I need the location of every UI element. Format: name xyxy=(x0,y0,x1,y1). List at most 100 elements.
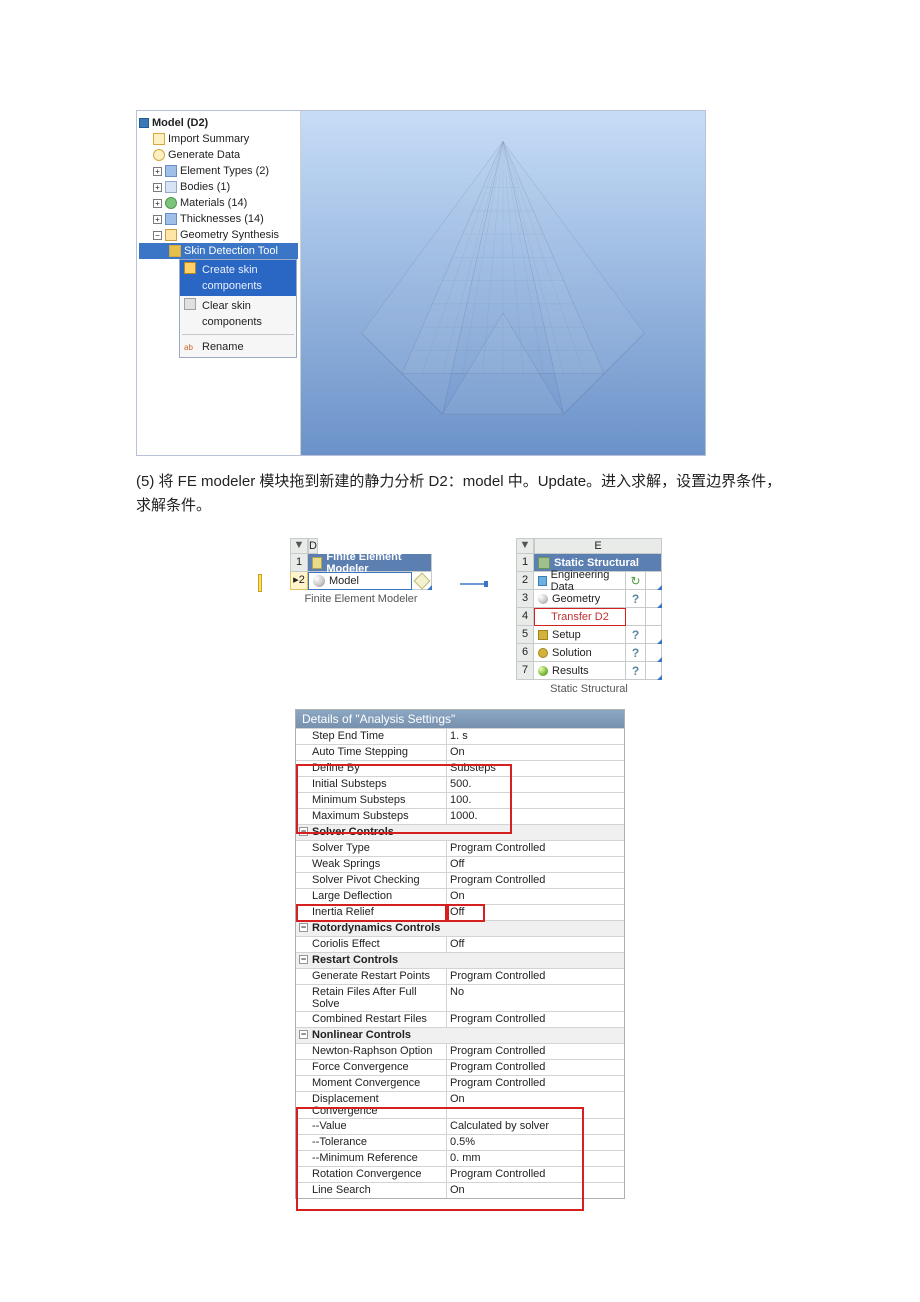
elem-icon xyxy=(165,165,177,177)
expand-icon[interactable]: + xyxy=(153,199,162,208)
question-icon: ? xyxy=(632,628,639,642)
cell-geometry[interactable]: Geometry xyxy=(534,590,626,608)
system-E[interactable]: ▼E 1Static Structural 2Engineering Data↻… xyxy=(516,538,662,695)
col-header-E: E xyxy=(534,538,662,554)
question-icon: ? xyxy=(632,592,639,606)
row-force-conv[interactable]: Force ConvergenceProgram Controlled xyxy=(296,1059,624,1075)
row-maximum-substeps[interactable]: Maximum Substeps1000. xyxy=(296,808,624,824)
engdata-icon xyxy=(538,576,547,586)
cat-nonlinear[interactable]: −Nonlinear Controls xyxy=(296,1027,624,1043)
tree-item-materials[interactable]: +Materials (14) xyxy=(139,195,298,211)
tree-item-element-types[interactable]: +Element Types (2) xyxy=(139,163,298,179)
cat-restart[interactable]: −Restart Controls xyxy=(296,952,624,968)
collapse-icon[interactable]: − xyxy=(299,955,308,964)
structural-icon xyxy=(538,557,550,569)
row-weak-springs[interactable]: Weak SpringsOff xyxy=(296,856,624,872)
col-dropdown-D[interactable]: ▼ xyxy=(290,538,308,554)
create-skin-icon xyxy=(184,262,196,274)
row-gen-restart[interactable]: Generate Restart PointsProgram Controlle… xyxy=(296,968,624,984)
model-icon xyxy=(139,118,149,128)
clear-skin-icon xyxy=(184,298,196,310)
details-pane[interactable]: Details of "Analysis Settings" Step End … xyxy=(295,709,625,1199)
tree-item-generate-data[interactable]: Generate Data xyxy=(139,147,298,163)
row-disp-conv[interactable]: Displacement ConvergenceOn xyxy=(296,1091,624,1118)
cell-results[interactable]: Results xyxy=(534,662,626,680)
col-dropdown-E[interactable]: ▼ xyxy=(516,538,534,554)
row-solver-pivot[interactable]: Solver Pivot CheckingProgram Controlled xyxy=(296,872,624,888)
ctx-rename[interactable]: Rename xyxy=(180,337,296,357)
tree-item-skin-detection[interactable]: Skin Detection Tool xyxy=(139,243,298,259)
row-combined-restart[interactable]: Combined Restart FilesProgram Controlled xyxy=(296,1011,624,1027)
details-title: Details of "Analysis Settings" xyxy=(296,710,624,728)
tree-root[interactable]: Model (D2) xyxy=(139,115,298,131)
cell-fem-title[interactable]: Finite Element Modeler xyxy=(308,554,432,572)
solution-icon xyxy=(538,648,548,658)
geom-icon xyxy=(165,229,177,241)
row-auto-time-stepping[interactable]: Auto Time SteppingOn xyxy=(296,744,624,760)
mat-icon xyxy=(165,197,177,209)
collapse-icon[interactable]: − xyxy=(299,923,308,932)
context-menu: Create skin components Clear skin compon… xyxy=(179,259,297,358)
tree-item-import-summary[interactable]: Import Summary xyxy=(139,131,298,147)
rename-icon xyxy=(184,339,196,351)
row-retain-files[interactable]: Retain Files After Full SolveNo xyxy=(296,984,624,1011)
row-step-end-time[interactable]: Step End Time1. s xyxy=(296,728,624,744)
doc-icon xyxy=(153,133,165,145)
question-icon: ? xyxy=(632,646,639,660)
tree-item-geometry-synthesis[interactable]: −Geometry Synthesis xyxy=(139,227,298,243)
ctx-create-skin[interactable]: Create skin components xyxy=(180,260,296,296)
collapse-icon[interactable]: − xyxy=(153,231,162,240)
body-icon xyxy=(165,181,177,193)
row-num: 1 xyxy=(290,554,308,572)
system-D[interactable]: ▼D 1Finite Element Modeler ▸2Model Finit… xyxy=(290,538,432,605)
tree-root-label: Model (D2) xyxy=(152,115,208,131)
expand-icon[interactable]: + xyxy=(153,183,162,192)
row-num: ▸2 xyxy=(290,572,308,590)
row-newton-raphson[interactable]: Newton-Raphson OptionProgram Controlled xyxy=(296,1043,624,1059)
outline-tree[interactable]: Model (D2) Import Summary Generate Data … xyxy=(137,111,301,455)
cell-solution[interactable]: Solution xyxy=(534,644,626,662)
row-line-search[interactable]: Line SearchOn xyxy=(296,1182,624,1198)
question-icon: ? xyxy=(632,664,639,678)
ctx-separator xyxy=(182,334,294,335)
row-moment-conv[interactable]: Moment ConvergenceProgram Controlled xyxy=(296,1075,624,1091)
ctx-clear-skin[interactable]: Clear skin components xyxy=(180,296,296,332)
geometry-icon xyxy=(538,594,548,604)
row-min-ref[interactable]: --Minimum Reference0. mm xyxy=(296,1150,624,1166)
row-initial-substeps[interactable]: Initial Substeps500. xyxy=(296,776,624,792)
cell-model[interactable]: Model xyxy=(308,572,412,590)
system-caption-D: Finite Element Modeler xyxy=(290,593,432,605)
cat-solver-controls[interactable]: −Solver Controls xyxy=(296,824,624,840)
row-solver-type[interactable]: Solver TypeProgram Controlled xyxy=(296,840,624,856)
model-icon xyxy=(313,575,325,587)
project-schematic: ▼D 1Finite Element Modeler ▸2Model Finit… xyxy=(136,538,784,695)
results-icon xyxy=(538,666,548,676)
row-define-by[interactable]: Define BySubsteps xyxy=(296,760,624,776)
thick-icon xyxy=(165,213,177,225)
cell-setup[interactable]: Setup xyxy=(534,626,626,644)
tree-item-thicknesses[interactable]: +Thicknesses (14) xyxy=(139,211,298,227)
expand-icon[interactable]: + xyxy=(153,215,162,224)
expand-icon[interactable]: + xyxy=(153,167,162,176)
setup-icon xyxy=(538,630,548,640)
tree-item-bodies[interactable]: +Bodies (1) xyxy=(139,179,298,195)
collapse-icon[interactable]: − xyxy=(299,1030,308,1039)
row-rotation-conv[interactable]: Rotation ConvergenceProgram Controlled xyxy=(296,1166,624,1182)
cell-engineering-data[interactable]: Engineering Data xyxy=(534,572,626,590)
fem-icon xyxy=(312,557,322,569)
collapse-icon[interactable]: − xyxy=(299,827,308,836)
row-inertia-relief[interactable]: Inertia ReliefOff xyxy=(296,904,624,920)
instruction-text: (5) 将 FE modeler 模块拖到新建的静力分析 D2：model 中。… xyxy=(136,470,784,518)
row-minimum-substeps[interactable]: Minimum Substeps100. xyxy=(296,792,624,808)
row-tolerance[interactable]: --Tolerance0.5% xyxy=(296,1134,624,1150)
3d-viewport[interactable] xyxy=(301,111,705,455)
cell-status xyxy=(412,572,432,590)
system-caption-E: Static Structural xyxy=(516,683,662,695)
cat-rotordynamics[interactable]: −Rotordynamics Controls xyxy=(296,920,624,936)
cell-transfer[interactable]: Transfer D2 xyxy=(534,608,626,626)
gen-icon xyxy=(153,149,165,161)
row-coriolis[interactable]: Coriolis EffectOff xyxy=(296,936,624,952)
row-large-deflection[interactable]: Large DeflectionOn xyxy=(296,888,624,904)
row-value[interactable]: --ValueCalculated by solver xyxy=(296,1118,624,1134)
selection-marker xyxy=(258,574,262,592)
